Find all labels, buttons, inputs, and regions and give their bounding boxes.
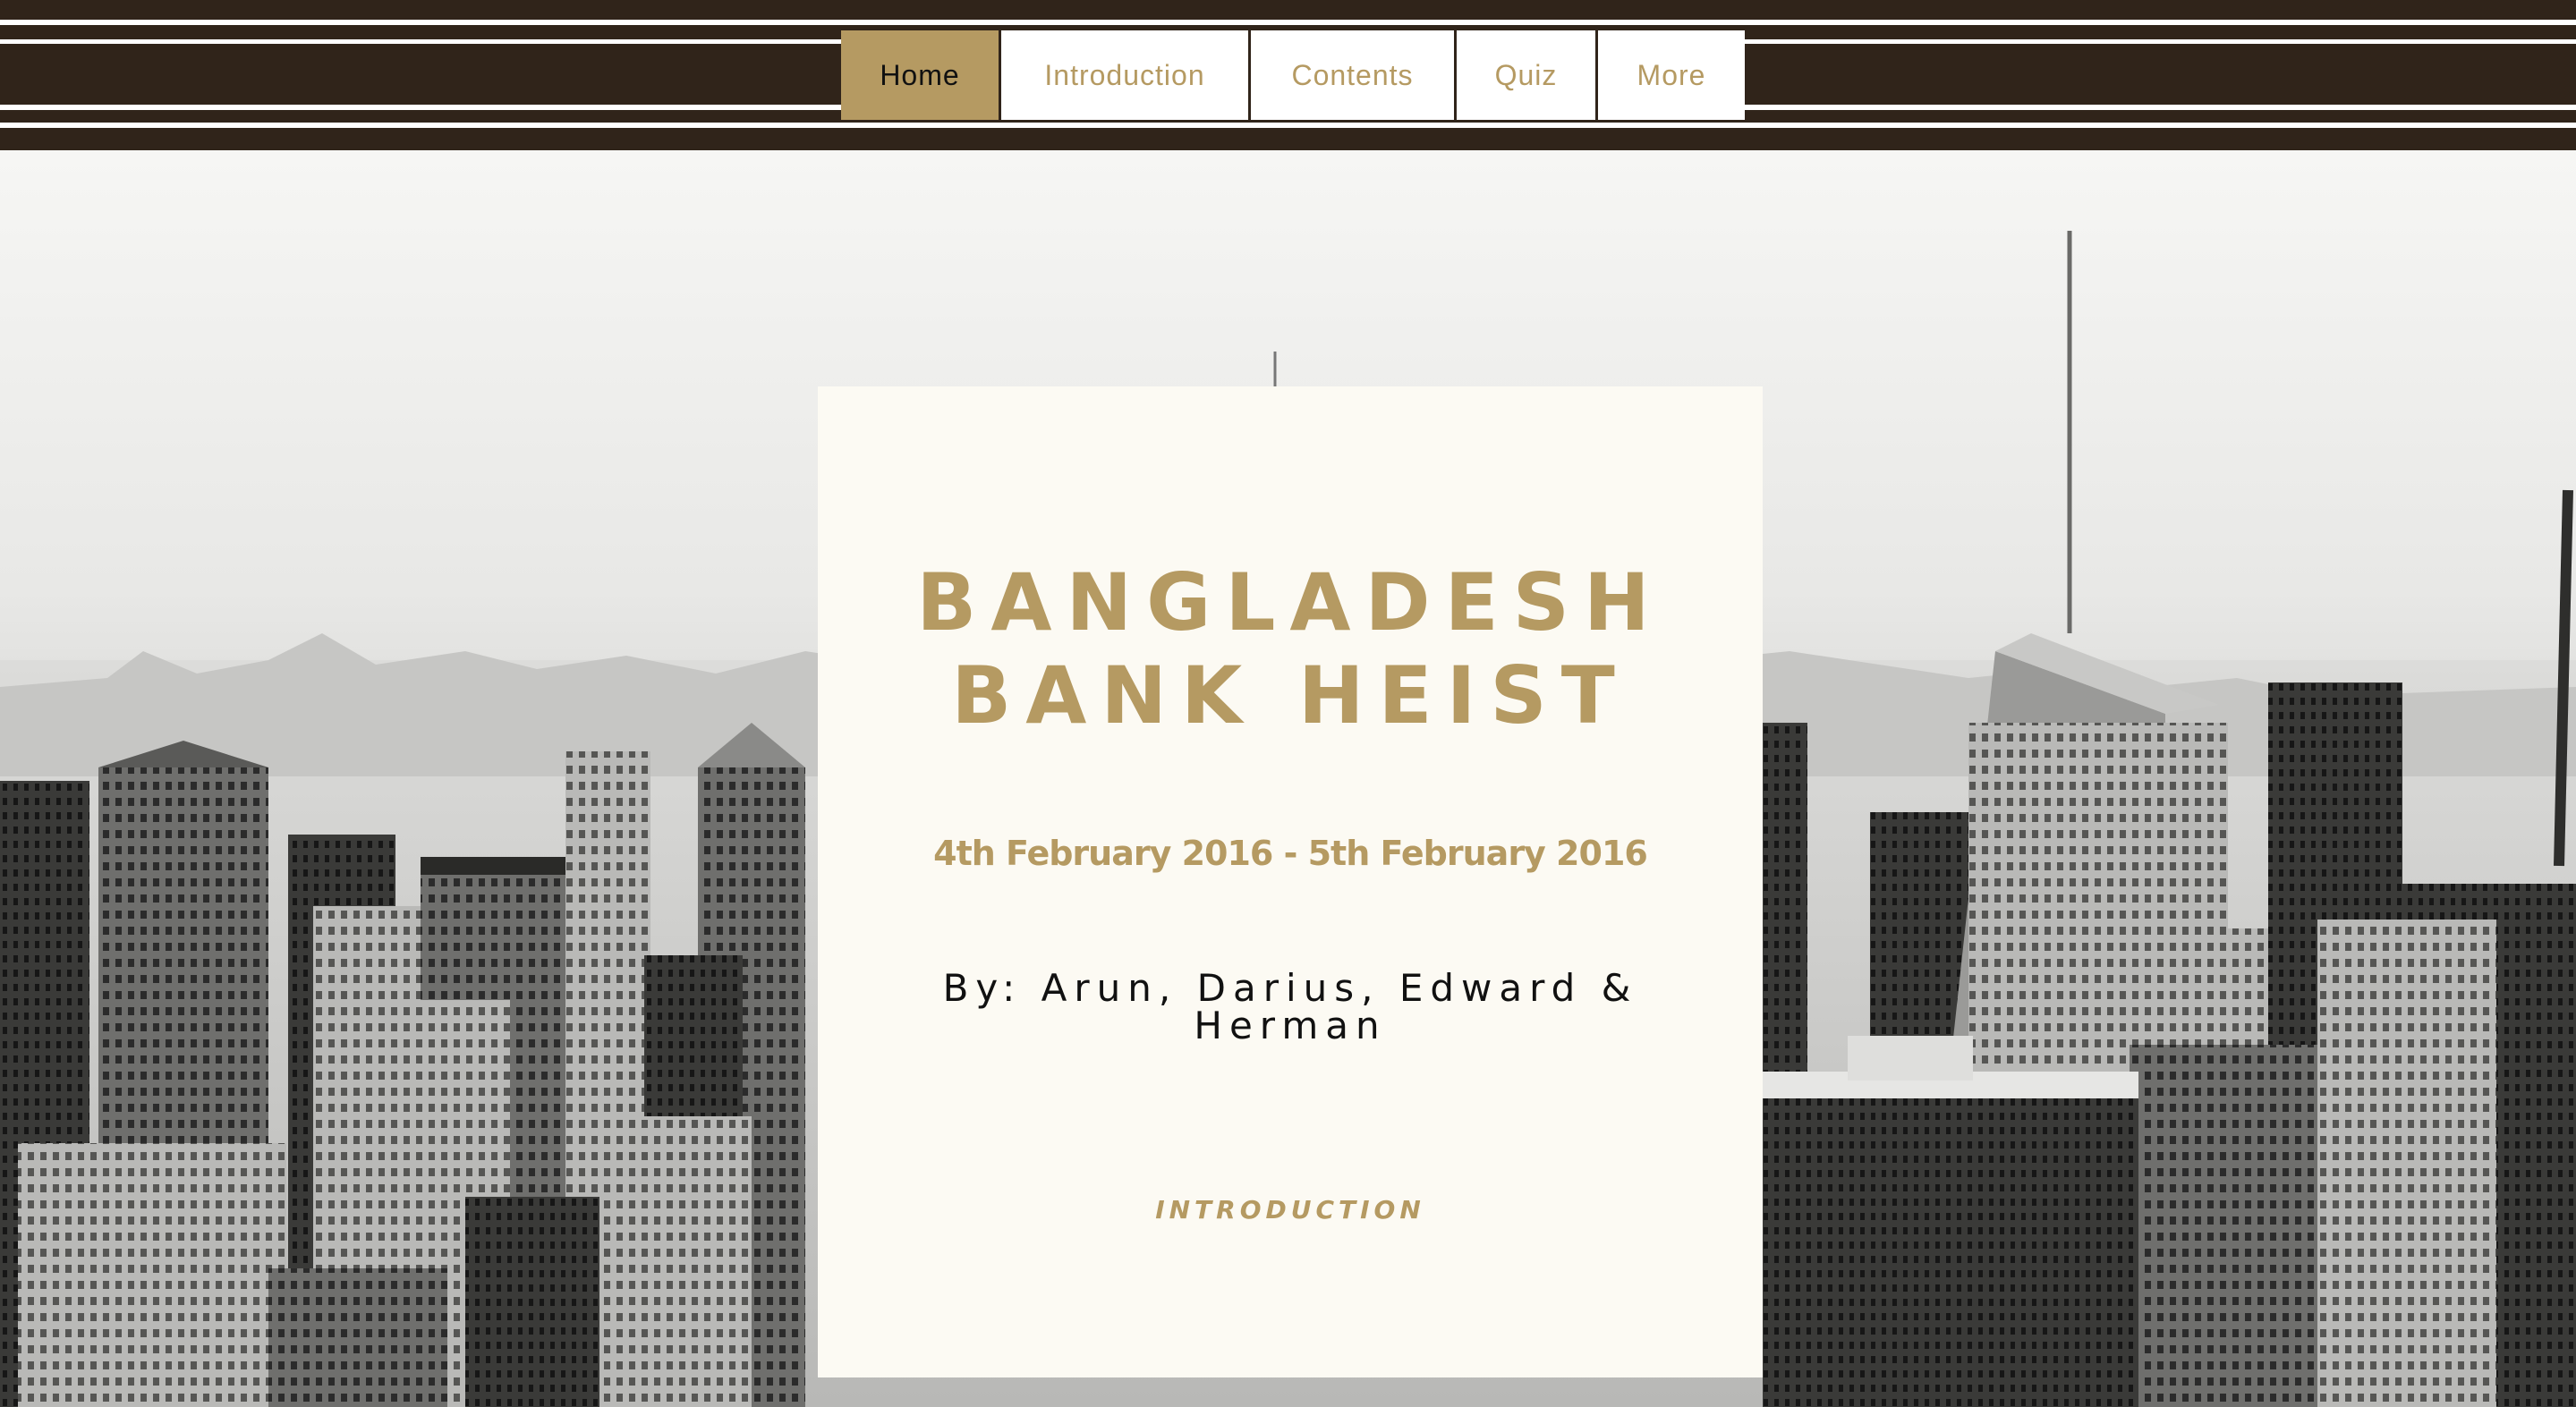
title-line-1: BANGLADESH <box>916 556 1664 648</box>
site-header: Home Introduction Contents Quiz More <box>0 0 2576 150</box>
nav-item-contents[interactable]: Contents <box>1251 30 1457 120</box>
nav-item-quiz[interactable]: Quiz <box>1457 30 1598 120</box>
header-stripe <box>0 123 2576 128</box>
nav-item-introduction[interactable]: Introduction <box>1001 30 1251 120</box>
main-nav: Home Introduction Contents Quiz More <box>841 30 1745 120</box>
title-line-2: BANK HEIST <box>951 649 1629 742</box>
page-title: BANGLADESH BANK HEIST <box>818 556 1763 742</box>
introduction-link[interactable]: INTRODUCTION <box>818 1195 1763 1225</box>
nav-item-home[interactable]: Home <box>841 30 1001 120</box>
date-range: 4th February 2016 - 5th February 2016 <box>933 834 1648 873</box>
authors-text: By: Arun, Darius, Edward & Herman <box>942 966 1638 1047</box>
hero-card: BANGLADESH BANK HEIST 4th February 2016 … <box>818 386 1763 1377</box>
header-stripe <box>0 20 2576 25</box>
nav-item-more[interactable]: More <box>1598 30 1745 120</box>
